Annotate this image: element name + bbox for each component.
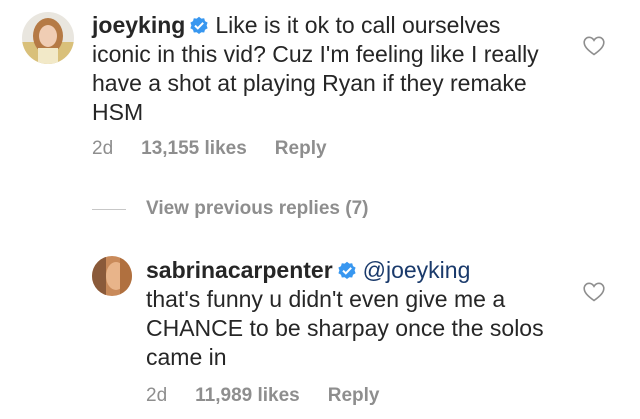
avatar-sabrinacarpenter[interactable] xyxy=(92,256,132,296)
comment-text-block: sabrinacarpenter @joeyking that's funny u … xyxy=(146,256,556,372)
verified-badge-icon xyxy=(338,261,356,279)
reply-button[interactable]: Reply xyxy=(328,385,380,407)
comment-timestamp: 2d xyxy=(92,138,114,159)
reply-button[interactable]: Reply xyxy=(275,138,327,160)
heart-outline-icon[interactable] xyxy=(583,36,605,56)
avatar-joeyking[interactable] xyxy=(22,12,74,64)
comment-mention[interactable]: @joeyking xyxy=(363,257,471,283)
view-previous-replies-button[interactable]: View previous replies (7) xyxy=(92,198,368,224)
comment-meta: 2d 13,155 likes Reply xyxy=(92,138,327,160)
comment-meta: 2d 11,989 likes Reply xyxy=(146,385,380,407)
comment-likes-count[interactable]: 13,155 likes xyxy=(141,138,247,160)
replies-divider-line xyxy=(92,208,126,210)
comment-text: that's funny u didn't even give me a CHA… xyxy=(146,286,544,370)
comment-text-block: joeyking Like is it ok to call ourselves … xyxy=(92,11,552,127)
comment-username[interactable]: joeyking xyxy=(92,12,185,38)
comment-username[interactable]: sabrinacarpenter xyxy=(146,257,333,283)
verified-badge-icon xyxy=(190,16,208,34)
view-previous-replies-label: View previous replies (7) xyxy=(146,198,369,219)
comment-likes-count[interactable]: 11,989 likes xyxy=(195,385,300,407)
comment-timestamp: 2d xyxy=(146,385,168,406)
heart-outline-icon[interactable] xyxy=(583,282,605,302)
